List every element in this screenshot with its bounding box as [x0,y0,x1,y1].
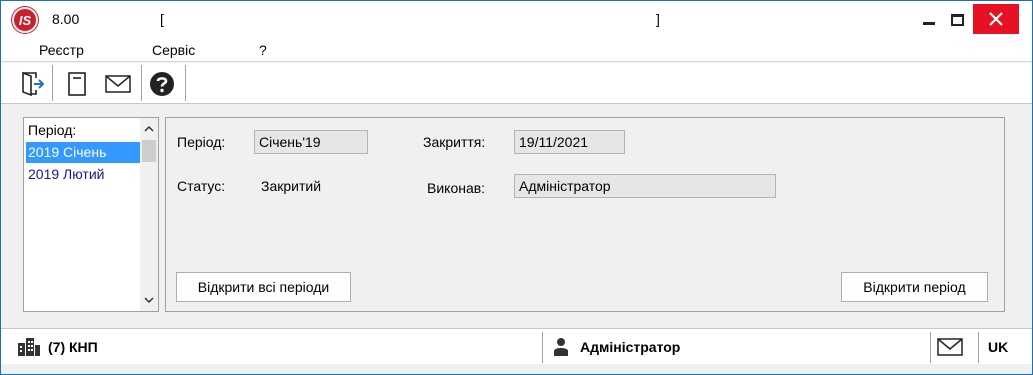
window-title-bracket-left: [ [160,11,164,27]
user-icon [553,337,569,360]
status-bar: (7) КНП Адміністратор UK [1,328,1032,364]
period-list[interactable]: Період: 2019 Січень 2019 Лютий [23,117,159,312]
mail-button[interactable] [103,69,133,99]
status-label: Статус: [177,178,226,194]
document-icon [68,72,86,96]
toolbar-separator [141,65,142,101]
open-period-button[interactable]: Відкрити період [841,272,988,302]
period-details-panel: Період: Січень'19 Закриття: 19/11/2021 С… [165,117,1005,312]
list-item[interactable]: 2019 Січень [26,142,140,163]
list-item-label: 2019 Лютий [28,166,105,182]
help-icon [150,72,174,96]
status-value: Закритий [261,178,322,194]
scroll-thumb[interactable] [142,140,156,162]
close-icon [989,12,1003,26]
toolbar [1,63,1032,104]
toolbar-separator [52,65,53,101]
close-button[interactable] [973,4,1019,34]
exit-button[interactable] [17,69,47,99]
document-button[interactable] [62,69,92,99]
period-list-header: Період: [28,122,77,138]
list-item-label: 2019 Січень [28,144,107,160]
list-item[interactable]: 2019 Лютий [26,164,140,185]
mail-status-button[interactable] [930,332,978,363]
closing-date-field: 19/11/2021 [514,130,625,154]
app-logo: IS [12,7,38,33]
chevron-up-icon [144,125,154,132]
envelope-icon [105,75,131,93]
organization-name: (7) КНП [48,339,98,355]
executor-label: Виконав: [427,180,486,196]
scroll-down-button[interactable] [140,291,158,309]
language-code: UK [988,339,1009,355]
period-field: Січень'19 [254,130,368,154]
toolbar-separator [185,65,186,101]
maximize-button[interactable] [941,1,973,38]
window-title-bracket-right: ] [656,11,660,27]
menu-bar: Реєстр Сервіс ? [1,38,1032,62]
chevron-down-icon [144,297,154,304]
open-all-periods-button[interactable]: Відкрити всі періоди [176,272,351,302]
maximize-icon [950,13,964,26]
period-label: Період: [177,134,226,150]
help-button[interactable] [147,69,177,99]
envelope-icon [937,338,963,356]
organization-icon [17,337,41,360]
user-name: Адміністратор [580,339,681,355]
minimize-icon [923,22,935,25]
main-window: IS 8.00 [ ] Реєстр Сервіс ? Період: 2019… [0,0,1033,375]
executor-field: Адміністратор [514,174,776,198]
exit-icon [22,71,45,97]
list-scrollbar[interactable] [140,118,158,311]
closing-label: Закриття: [423,134,486,150]
title-bar: IS 8.00 [ ] [1,1,1032,38]
language-button[interactable]: UK [978,332,1018,363]
menu-help[interactable]: ? [259,42,267,58]
scroll-up-button[interactable] [140,120,158,138]
menu-service[interactable]: Сервіс [152,42,195,58]
menu-registry[interactable]: Реєстр [39,42,84,58]
window-title-version: 8.00 [52,11,80,27]
